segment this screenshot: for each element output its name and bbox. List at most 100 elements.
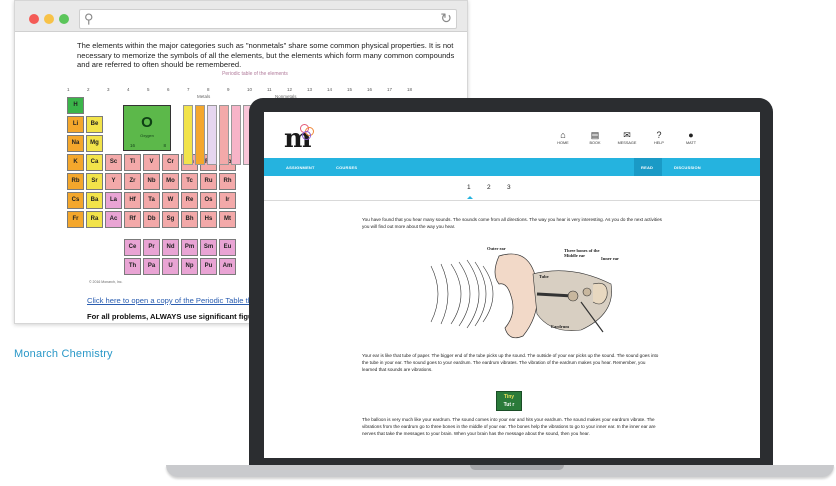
tiny-tutor-video-thumbnail[interactable]: Tiny Tut r — [496, 391, 522, 411]
nav-label: HELP — [654, 141, 664, 145]
tab-courses[interactable]: COURSES — [336, 165, 357, 170]
element-cell: Sm — [200, 239, 217, 256]
message-icon: ✉ — [623, 130, 631, 140]
element-cell: Rf — [124, 211, 141, 228]
element-symbol: O — [141, 114, 153, 131]
element-cell: Ru — [200, 173, 217, 190]
nav-label: HOME — [557, 141, 569, 145]
element-cell: U — [162, 258, 179, 275]
help-icon: ? — [656, 130, 662, 140]
minimize-window-button[interactable] — [44, 14, 54, 24]
page-link-2[interactable]: 2 — [487, 184, 491, 191]
browser-toolbar: ⚲ ↻ — [15, 1, 467, 32]
middle-ear-label: Three bones of the Middle ear — [564, 248, 600, 258]
group-number: 11 — [267, 87, 272, 92]
user-icon: ● — [688, 130, 694, 140]
element-cell: Pu — [200, 258, 217, 275]
element-cell: Hf — [124, 192, 141, 209]
group-number: 4 — [127, 87, 130, 92]
element-cell: Th — [124, 258, 141, 275]
nav-label: BOOK — [589, 141, 601, 145]
group-number: 7 — [187, 87, 190, 92]
element-mass: 16 — [130, 143, 136, 148]
tube-label: Tube — [539, 274, 549, 279]
group-number: 16 — [367, 87, 373, 92]
reload-icon[interactable]: ↻ — [440, 10, 452, 27]
element-cell: Os — [200, 192, 217, 209]
lesson-paragraph: The balloon is very much like your eardr… — [362, 417, 656, 436]
group-number: 2 — [87, 87, 90, 92]
element-cell: Cr — [162, 154, 179, 171]
current-page-indicator — [467, 196, 473, 199]
page-pagination: 1 2 3 — [264, 178, 760, 201]
element-cell: Re — [181, 192, 198, 209]
element-cell: Sr — [86, 173, 103, 190]
tutor-line: Tiny — [503, 394, 515, 400]
element-cell: La — [105, 192, 122, 209]
oxygen-element-card: O Oxygen 16 8 — [123, 105, 171, 151]
nav-home[interactable]: ⌂ HOME — [550, 130, 576, 146]
lesson-paragraph: Your ear is like that tube of paper. The… — [362, 353, 659, 372]
page-link-3[interactable]: 3 — [507, 184, 511, 191]
nav-book[interactable]: ▤ BOOK — [582, 130, 608, 146]
group-number: 1 — [67, 87, 70, 92]
element-cell: W — [162, 192, 179, 209]
metals-label: Metals — [197, 94, 211, 99]
element-cell: Li — [67, 116, 84, 133]
home-icon: ⌂ — [560, 130, 566, 140]
nav-user[interactable]: ● MATT — [678, 130, 704, 146]
element-cell: V — [143, 154, 160, 171]
copyright-footnote: © 2016 Monarch, Inc. — [89, 280, 123, 284]
periodic-table-subtitle: Periodic table of the elements — [222, 71, 288, 77]
eardrum-label: Eardrum — [551, 324, 569, 329]
tab-discussion[interactable]: DISCUSSION — [674, 165, 701, 170]
element-cell: Ti — [124, 154, 141, 171]
group-number: 9 — [227, 87, 230, 92]
group-number: 6 — [167, 87, 170, 92]
laptop-notch — [470, 465, 564, 470]
group-number: 18 — [407, 87, 413, 92]
tab-read[interactable]: READ — [641, 165, 653, 170]
ear-illustration — [430, 253, 612, 339]
close-window-button[interactable] — [29, 14, 39, 24]
lesson-paragraph: You have found that you hear many sounds… — [362, 217, 662, 229]
group-number: 15 — [347, 87, 353, 92]
element-cell: Pm — [181, 239, 198, 256]
element-cell: Na — [67, 135, 84, 152]
nav-message[interactable]: ✉ MESSAGE — [614, 130, 640, 146]
element-cell: Be — [86, 116, 103, 133]
element-cell: Y — [105, 173, 122, 190]
group-number: 5 — [147, 87, 150, 92]
element-cell: Pa — [143, 258, 160, 275]
element-cell: Sc — [105, 154, 122, 171]
element-cell: Pr — [143, 239, 160, 256]
group-number: 17 — [387, 87, 393, 92]
logo-bubble — [302, 131, 311, 140]
element-cell: Am — [219, 258, 236, 275]
group-number: 12 — [287, 87, 293, 92]
element-cell: Rh — [219, 173, 236, 190]
nav-label: MATT — [685, 141, 697, 145]
element-cell: Rb — [67, 173, 84, 190]
page-link-1[interactable]: 1 — [467, 184, 471, 191]
element-cell: Eu — [219, 239, 236, 256]
group-number: 8 — [207, 87, 210, 92]
inner-ear-label: Inner ear — [601, 256, 620, 261]
address-bar[interactable]: ⚲ ↻ — [79, 9, 457, 29]
group-number: 13 — [307, 87, 313, 92]
tab-assignment[interactable]: ASSIGNMENT — [286, 165, 315, 170]
element-name: Oxygen — [140, 133, 154, 138]
element-number: 8 — [163, 143, 166, 148]
element-cell: Ra — [86, 211, 103, 228]
element-cell: H — [67, 97, 84, 114]
app-header: m ⌂ HOME ▤ BOOK ✉ MESSAGE ? HELP ● MATT — [264, 112, 760, 158]
product-caption: Monarch Chemistry — [14, 348, 113, 360]
periodic-table-link[interactable]: Click here to open a copy of the Periodi… — [87, 296, 273, 305]
laptop-screen: m ⌂ HOME ▤ BOOK ✉ MESSAGE ? HELP ● MATT … — [264, 112, 760, 458]
monarch-logo[interactable]: m — [284, 124, 324, 152]
element-cell: Db — [143, 211, 160, 228]
group-number: 14 — [327, 87, 333, 92]
book-icon: ▤ — [590, 130, 600, 140]
maximize-window-button[interactable] — [59, 14, 69, 24]
nav-help[interactable]: ? HELP — [646, 130, 672, 146]
